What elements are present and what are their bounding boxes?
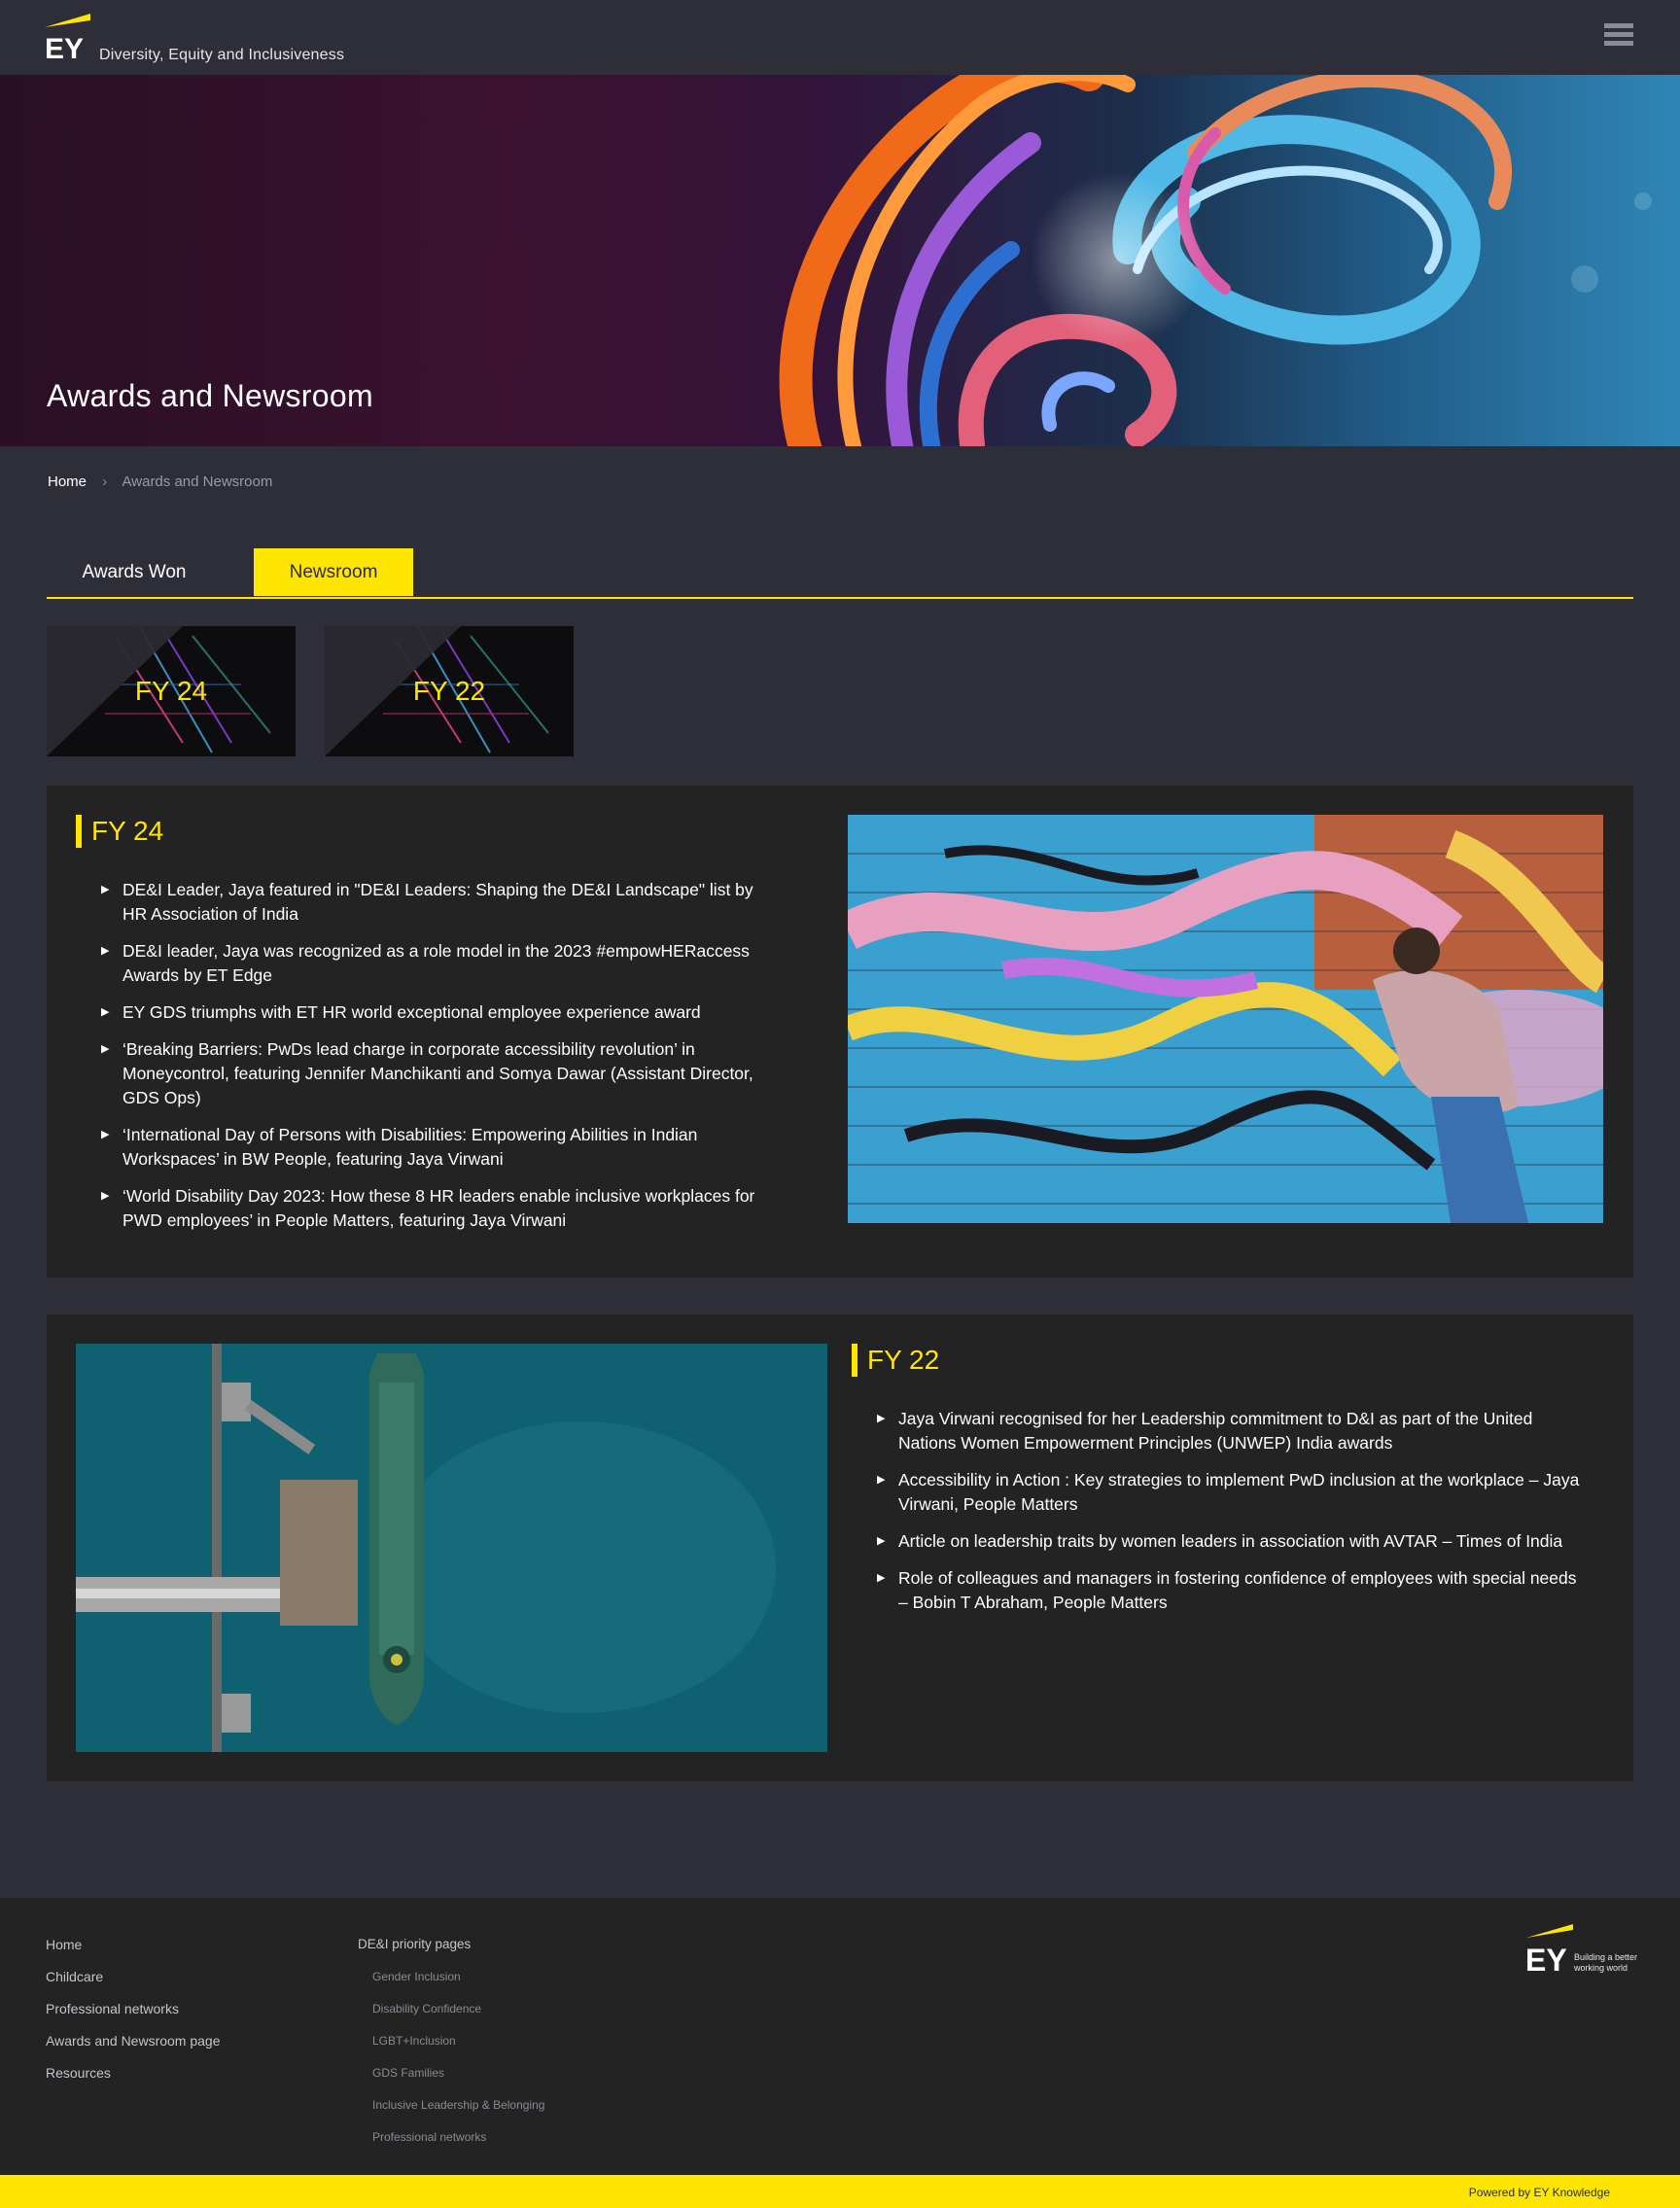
section-fy24: FY 24 ▶ DE&I Leader, Jaya featured in "DE… xyxy=(47,786,1633,1278)
chevron-right-icon: › xyxy=(102,473,108,490)
bottom-bar: Powered by EY Knowledge xyxy=(0,2175,1680,2208)
news-link[interactable]: Jaya Virwani recognised for her Leadersh… xyxy=(898,1409,1532,1453)
hamburger-menu-icon[interactable] xyxy=(1604,23,1633,51)
year-card-label: FY 22 xyxy=(412,676,486,706)
section-heading: FY 22 xyxy=(852,1344,939,1377)
news-link[interactable]: Role of colleagues and managers in foste… xyxy=(898,1568,1577,1612)
footer-link-childcare[interactable]: Childcare xyxy=(46,1969,221,1984)
footer-sublink-gender-inclusion[interactable]: Gender Inclusion xyxy=(372,1970,544,1983)
list-item: ▶ EY GDS triumphs with ET HR world except… xyxy=(101,1000,782,1025)
section-title: FY 24 xyxy=(91,816,164,846)
list-item: ▶ Accessibility in Action : Key strategie… xyxy=(877,1468,1587,1517)
site-header: EY Diversity, Equity and Inclusiveness xyxy=(0,0,1680,75)
news-link[interactable]: ‘International Day of Persons with Disab… xyxy=(122,1125,697,1169)
triangle-bullet-icon: ▶ xyxy=(101,945,110,957)
breadcrumb-current: Awards and Newsroom xyxy=(122,473,273,490)
heading-accent-bar xyxy=(852,1344,858,1377)
triangle-bullet-icon: ▶ xyxy=(101,1190,110,1202)
footer-sublink-professional-networks[interactable]: Professional networks xyxy=(372,2130,544,2144)
list-item: ▶ ‘International Day of Persons with Disa… xyxy=(101,1123,782,1172)
hero-banner: Awards and Newsroom xyxy=(0,75,1680,446)
footer-priority-heading[interactable]: DE&I priority pages xyxy=(358,1937,544,1951)
footer-priority-pages: DE&I priority pages Gender Inclusion Dis… xyxy=(358,1937,544,2144)
svg-text:EY: EY xyxy=(45,33,84,62)
list-item: ▶ DE&I leader, Jaya was recognized as a r… xyxy=(101,939,782,988)
year-card-fy24[interactable]: FY 24 xyxy=(47,626,296,756)
footer-sublink-lgbt-inclusion[interactable]: LGBT+Inclusion xyxy=(372,2034,544,2048)
site-name[interactable]: Diversity, Equity and Inclusiveness xyxy=(99,47,344,64)
ey-logo[interactable]: EY xyxy=(45,14,93,62)
tab-awards-won[interactable]: Awards Won xyxy=(47,548,222,596)
news-link[interactable]: Accessibility in Action : Key strategies… xyxy=(898,1470,1579,1514)
triangle-bullet-icon: ▶ xyxy=(101,1043,110,1055)
footer-links: Home Childcare Professional networks Awa… xyxy=(46,1937,221,2081)
footer-sublink-gds-families[interactable]: GDS Families xyxy=(372,2066,544,2080)
powered-by-text: Powered by EY Knowledge xyxy=(1468,2186,1610,2199)
tab-bar: Awards Won Newsroom xyxy=(47,548,1633,599)
triangle-bullet-icon: ▶ xyxy=(877,1535,886,1547)
footer-priority-list: Gender Inclusion Disability Confidence L… xyxy=(358,1970,544,2144)
breadcrumb: Home › Awards and Newsroom xyxy=(48,473,272,490)
list-item: ▶ Jaya Virwani recognised for her Leaders… xyxy=(877,1407,1587,1455)
list-item: ▶ DE&I Leader, Jaya featured in "DE&I Lea… xyxy=(101,878,782,927)
footer-link-professional-networks[interactable]: Professional networks xyxy=(46,2001,221,2016)
footer-link-awards-newsroom[interactable]: Awards and Newsroom page xyxy=(46,2033,221,2049)
news-link[interactable]: DE&I leader, Jaya was recognized as a ro… xyxy=(122,941,750,985)
news-link[interactable]: ‘Breaking Barriers: PwDs lead charge in … xyxy=(122,1039,753,1107)
section-title: FY 22 xyxy=(867,1345,940,1375)
footer-link-resources[interactable]: Resources xyxy=(46,2065,221,2081)
aerial-ship-photo xyxy=(76,1344,827,1752)
news-link[interactable]: DE&I Leader, Jaya featured in "DE&I Lead… xyxy=(122,880,753,924)
tagline-line-1: Building a better xyxy=(1574,1952,1638,1962)
news-link[interactable]: ‘World Disability Day 2023: How these 8 … xyxy=(122,1186,754,1230)
footer-sublink-inclusive-leadership[interactable]: Inclusive Leadership & Belonging xyxy=(372,2098,544,2112)
graffiti-artist-photo xyxy=(848,815,1603,1223)
footer-sublink-disability-confidence[interactable]: Disability Confidence xyxy=(372,2002,544,2015)
site-footer: Home Childcare Professional networks Awa… xyxy=(0,1898,1680,2175)
breadcrumb-home-link[interactable]: Home xyxy=(48,473,87,490)
year-card-fy22[interactable]: FY 22 xyxy=(325,626,574,756)
list-item: ▶ ‘World Disability Day 2023: How these 8… xyxy=(101,1184,782,1233)
triangle-bullet-icon: ▶ xyxy=(101,1129,110,1140)
triangle-bullet-icon: ▶ xyxy=(877,1413,886,1424)
year-card-label: FY 24 xyxy=(134,676,208,706)
section-heading: FY 24 xyxy=(76,815,163,848)
news-link[interactable]: Article on leadership traits by women le… xyxy=(898,1531,1562,1551)
triangle-bullet-icon: ▶ xyxy=(101,1006,110,1018)
tagline-line-2: working world xyxy=(1574,1963,1628,1973)
news-link[interactable]: EY GDS triumphs with ET HR world excepti… xyxy=(122,1002,701,1022)
triangle-bullet-icon: ▶ xyxy=(101,884,110,895)
svg-text:EY: EY xyxy=(1525,1943,1567,1975)
list-item: ▶ Article on leadership traits by women l… xyxy=(877,1529,1587,1554)
tab-newsroom[interactable]: Newsroom xyxy=(254,548,413,596)
triangle-bullet-icon: ▶ xyxy=(877,1572,886,1584)
footer-tagline: Building a better working world xyxy=(1574,1952,1637,1974)
news-list: ▶ DE&I Leader, Jaya featured in "DE&I Lea… xyxy=(101,878,782,1245)
footer-link-home[interactable]: Home xyxy=(46,1937,221,1952)
heading-accent-bar xyxy=(76,815,82,848)
triangle-bullet-icon: ▶ xyxy=(877,1474,886,1486)
news-list: ▶ Jaya Virwani recognised for her Leaders… xyxy=(877,1407,1587,1628)
list-item: ▶ ‘Breaking Barriers: PwDs lead charge in… xyxy=(101,1037,782,1110)
list-item: ▶ Role of colleagues and managers in fost… xyxy=(877,1566,1587,1615)
section-fy22: FY 22 ▶ Jaya Virwani recognised for her L… xyxy=(47,1314,1633,1781)
page-title: Awards and Newsroom xyxy=(47,378,373,413)
